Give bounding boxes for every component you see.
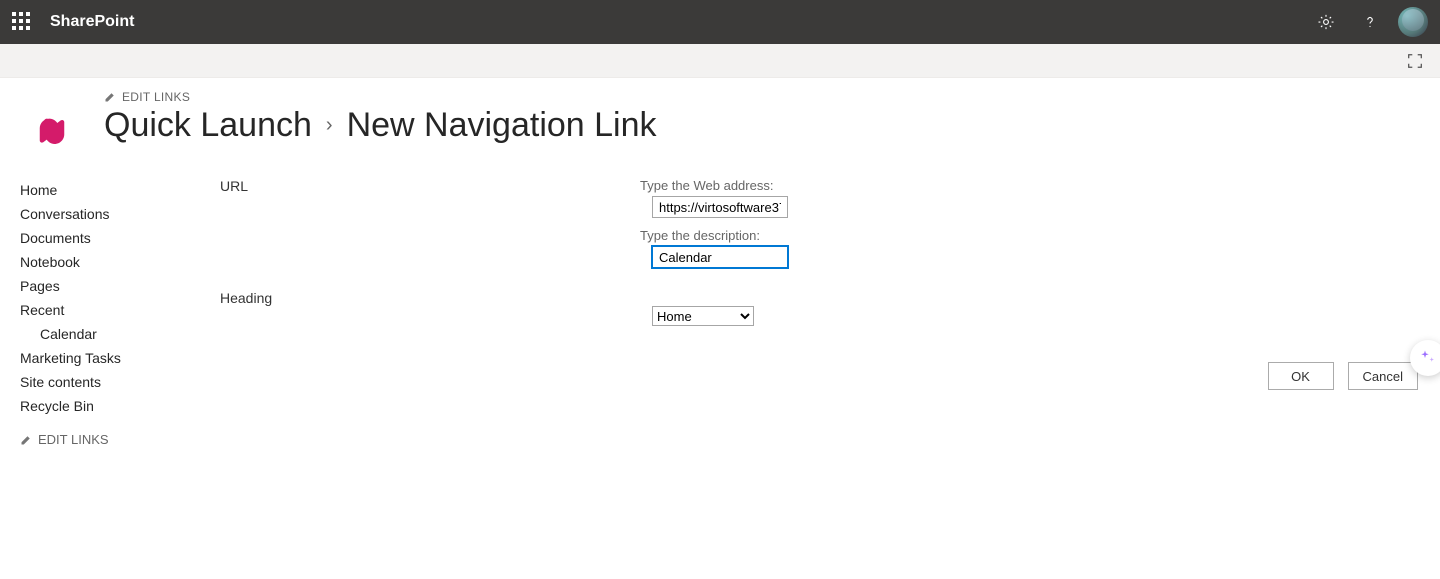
settings-button[interactable]: [1304, 0, 1348, 44]
pencil-icon: [20, 434, 32, 446]
breadcrumb-parent[interactable]: Quick Launch: [104, 106, 312, 145]
app-name: SharePoint: [50, 13, 134, 31]
heading-section-label: Heading: [220, 286, 640, 306]
breadcrumb-current: New Navigation Link: [347, 106, 657, 145]
sidebar-item-calendar[interactable]: Calendar: [20, 322, 220, 346]
sidebar-item-pages[interactable]: Pages: [20, 274, 220, 298]
site-logo: [28, 106, 76, 154]
edit-links-top[interactable]: EDIT LINKS: [104, 90, 657, 104]
edit-links-side-label: EDIT LINKS: [38, 432, 109, 447]
sidebar-item-recycle-bin[interactable]: Recycle Bin: [20, 394, 220, 418]
edit-links-top-label: EDIT LINKS: [122, 90, 190, 104]
heading-select[interactable]: Home: [652, 306, 754, 326]
avatar[interactable]: [1398, 7, 1428, 37]
cancel-button[interactable]: Cancel: [1348, 362, 1418, 390]
top-bar: SharePoint: [0, 0, 1440, 44]
sidebar: Home Conversations Documents Notebook Pa…: [20, 174, 220, 447]
sparkle-icon: [1419, 349, 1437, 367]
action-buttons: OK Cancel: [1268, 362, 1418, 390]
sidebar-item-notebook[interactable]: Notebook: [20, 250, 220, 274]
breadcrumb-separator-icon: ›: [326, 114, 333, 137]
sidebar-item-recent[interactable]: Recent: [20, 298, 220, 322]
web-address-label: Type the Web address:: [640, 178, 1380, 193]
description-label: Type the description:: [640, 228, 1380, 243]
copilot-button[interactable]: [1410, 340, 1440, 376]
sub-bar: [0, 44, 1440, 78]
ok-button[interactable]: OK: [1268, 362, 1334, 390]
sidebar-item-home[interactable]: Home: [20, 178, 220, 202]
page-header: EDIT LINKS Quick Launch › New Navigation…: [0, 78, 1440, 154]
breadcrumb: Quick Launch › New Navigation Link: [104, 106, 657, 145]
sidebar-item-marketing-tasks[interactable]: Marketing Tasks: [20, 346, 220, 370]
description-input[interactable]: [652, 246, 788, 268]
help-icon: [1361, 13, 1379, 31]
sidebar-item-site-contents[interactable]: Site contents: [20, 370, 220, 394]
sidebar-item-documents[interactable]: Documents: [20, 226, 220, 250]
focus-icon: [1406, 52, 1424, 70]
app-launcher-icon[interactable]: [12, 12, 32, 32]
url-section-label: URL: [220, 174, 640, 286]
pencil-icon: [104, 91, 116, 103]
main-content: Home Conversations Documents Notebook Pa…: [0, 154, 1440, 447]
help-button[interactable]: [1348, 0, 1392, 44]
edit-links-side[interactable]: EDIT LINKS: [20, 432, 220, 447]
web-address-input[interactable]: [652, 196, 788, 218]
sidebar-item-conversations[interactable]: Conversations: [20, 202, 220, 226]
form-area: URL Heading Type the Web address: Type t…: [220, 174, 1440, 447]
focus-mode-button[interactable]: [1406, 52, 1424, 70]
gear-icon: [1317, 13, 1335, 31]
